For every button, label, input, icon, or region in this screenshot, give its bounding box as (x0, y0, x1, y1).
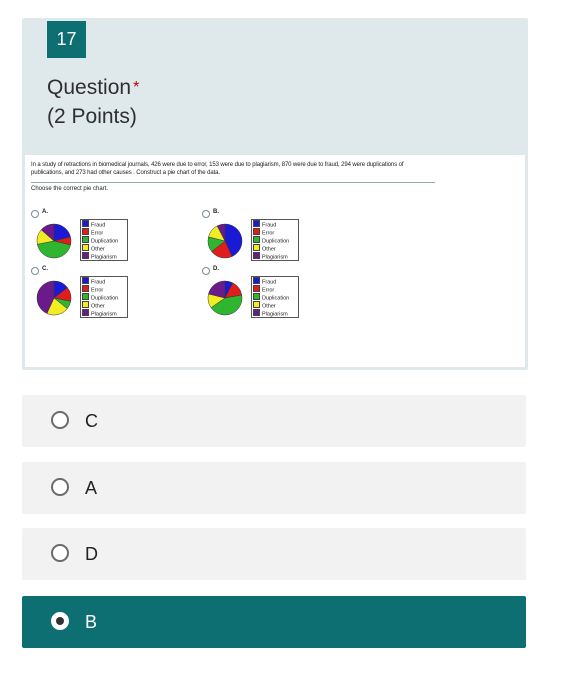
legend-swatch (82, 309, 89, 316)
legend-entry: Duplication (82, 293, 126, 302)
legend-swatch (253, 236, 260, 243)
legend-swatch (82, 277, 89, 284)
answer-option-a[interactable]: A (22, 462, 526, 514)
pie-chart (207, 280, 243, 316)
legend-entry: Plagiarism (82, 252, 126, 261)
pie-legend: Fraud Error Duplication Other Plagiarism (80, 219, 128, 261)
legend-swatch (82, 244, 89, 251)
pie-chart (36, 280, 72, 316)
legend-swatch (82, 228, 89, 235)
radio-button[interactable] (51, 544, 69, 562)
chart-option-radio (31, 267, 39, 275)
legend-swatch (253, 309, 260, 316)
legend-swatch (82, 293, 89, 300)
question-number-badge: 17 (47, 21, 86, 58)
radio-button[interactable] (51, 478, 69, 496)
chart-option-b: B. Fraud Error Duplication Other Plagiarism (202, 209, 352, 268)
answer-option-c[interactable]: C (22, 395, 526, 447)
legend-entry: Fraud (253, 220, 297, 229)
legend-entry: Plagiarism (253, 252, 297, 261)
legend-swatch (253, 252, 260, 259)
answer-option-b[interactable]: B (22, 596, 526, 648)
legend-swatch (253, 220, 260, 227)
chart-option-label: C. (42, 266, 48, 272)
question-points: (2 Points) (47, 105, 137, 128)
required-asterisk: * (133, 79, 140, 96)
problem-text: In a study of retractions in biomedical … (31, 162, 404, 176)
legend-entry: Error (253, 285, 297, 294)
pie-chart (207, 223, 243, 259)
radio-button-selected[interactable] (51, 612, 69, 630)
chart-option-label: D. (213, 266, 219, 272)
pie-legend: Fraud Error Duplication Other Plagiarism (80, 276, 128, 318)
legend-entry: Other (253, 301, 297, 310)
legend-swatch (82, 301, 89, 308)
pie-chart (36, 223, 72, 259)
legend-entry: Fraud (253, 277, 297, 286)
legend-entry: Fraud (82, 220, 126, 229)
legend-entry: Duplication (253, 293, 297, 302)
legend-swatch (253, 244, 260, 251)
pie-legend: Fraud Error Duplication Other Plagiarism (251, 219, 299, 261)
chart-option-c: C. Fraud Error Duplication Other Plagiarism (31, 266, 181, 325)
legend-swatch (82, 285, 89, 292)
legend-swatch (253, 285, 260, 292)
legend-entry: Other (82, 301, 126, 310)
legend-entry: Plagiarism (82, 309, 126, 318)
answer-label: C (85, 411, 98, 431)
question-title: Question (47, 76, 132, 99)
legend-swatch (82, 236, 89, 243)
legend-entry: Duplication (253, 236, 297, 245)
question-title-block: Question * (2 Points) (47, 73, 139, 131)
answer-label: D (85, 544, 98, 564)
chart-option-a: A. Fraud Error Duplication Other Plagiarism (31, 209, 181, 268)
legend-entry: Other (253, 244, 297, 253)
legend-swatch (82, 252, 89, 259)
radio-button[interactable] (51, 411, 69, 429)
chart-option-radio (31, 210, 39, 218)
answer-label: B (85, 612, 98, 632)
legend-swatch (253, 301, 260, 308)
divider (31, 182, 435, 183)
legend-swatch (82, 220, 89, 227)
chart-option-radio (202, 267, 210, 275)
problem-instruction: Choose the correct pie chart. (31, 186, 109, 192)
legend-entry: Error (82, 228, 126, 237)
chart-option-label: B. (213, 209, 219, 215)
legend-entry: Error (253, 228, 297, 237)
pie-legend: Fraud Error Duplication Other Plagiarism (251, 276, 299, 318)
legend-entry: Plagiarism (253, 309, 297, 318)
legend-swatch (253, 228, 260, 235)
legend-entry: Error (82, 285, 126, 294)
chart-option-label: A. (42, 209, 48, 215)
chart-option-radio (202, 210, 210, 218)
answer-label: A (85, 478, 98, 498)
legend-swatch (253, 277, 260, 284)
legend-swatch (253, 293, 260, 300)
legend-entry: Other (82, 244, 126, 253)
chart-option-d: D. Fraud Error Duplication Other Plagiarism (202, 266, 352, 325)
answer-option-d[interactable]: D (22, 528, 526, 580)
legend-entry: Duplication (82, 236, 126, 245)
question-image: In a study of retractions in biomedical … (25, 155, 525, 367)
legend-entry: Fraud (82, 277, 126, 286)
